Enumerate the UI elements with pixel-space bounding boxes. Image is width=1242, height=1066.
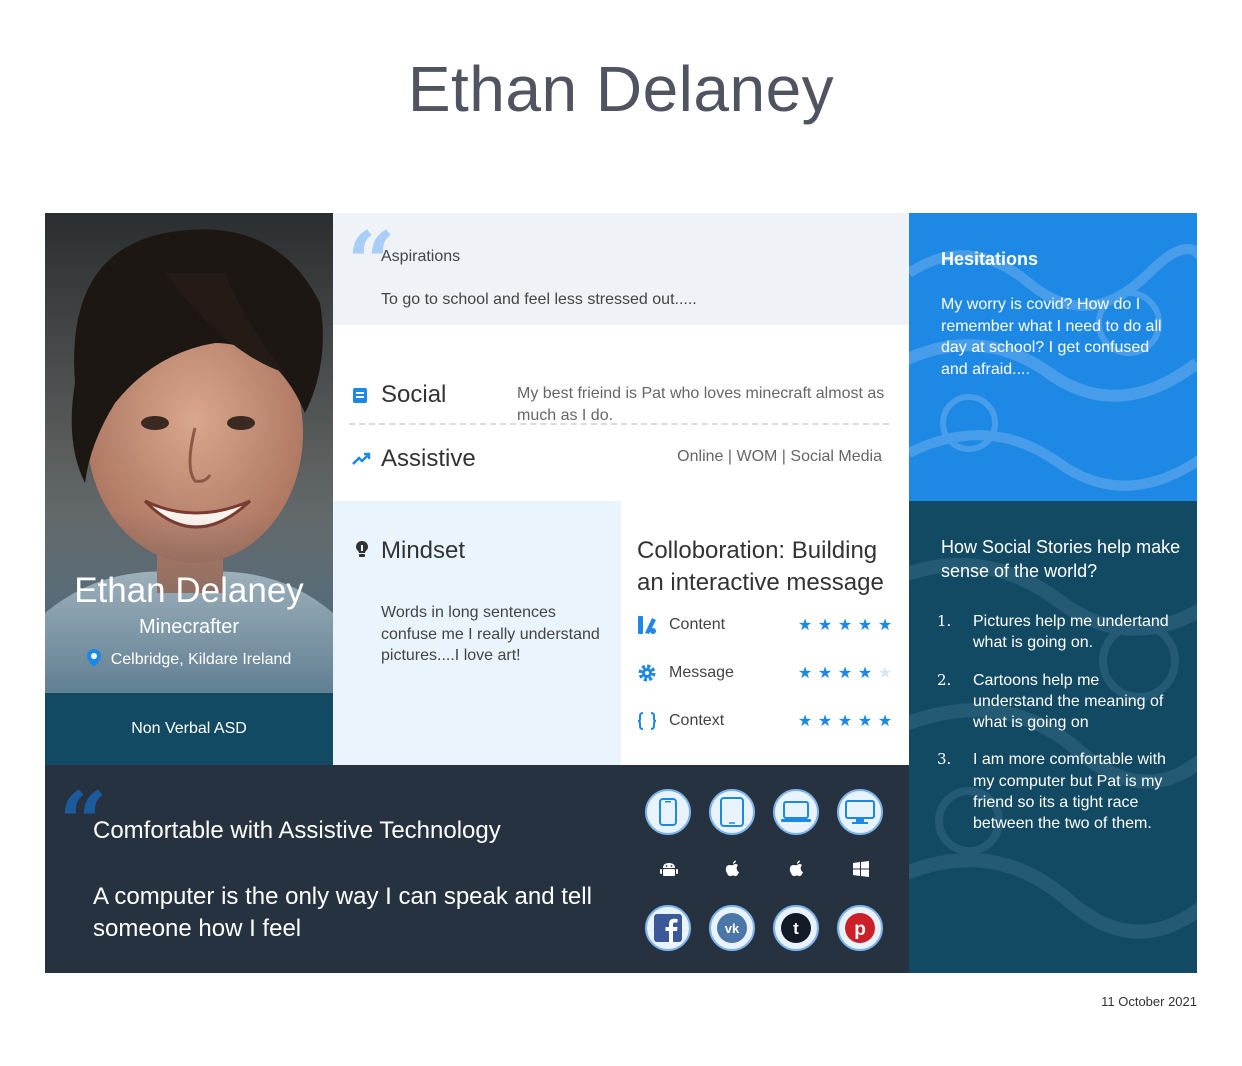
aspirations-title: Aspirations <box>381 248 461 265</box>
phone-device-button[interactable] <box>645 789 691 835</box>
assistive-tech-panel: “ Comfortable with Assistive Technology … <box>45 765 909 973</box>
social-text: My best frieind is Pat who loves minecra… <box>517 385 885 424</box>
list-item: 3. I am more comfortable with my computer… <box>937 750 1166 833</box>
mindset-label: Mindset <box>381 537 466 564</box>
social-label: Social <box>381 381 447 408</box>
svg-text:p: p <box>854 919 866 940</box>
desktop-device-button[interactable] <box>837 789 883 835</box>
content-icon <box>637 615 657 635</box>
desktop-icon <box>845 800 875 824</box>
svg-text:t: t <box>793 919 799 938</box>
profile-role: Minecrafter <box>138 616 240 638</box>
android-icon <box>659 859 679 879</box>
location-pin-icon <box>86 649 101 672</box>
star-empty-icon: ★ <box>877 663 893 682</box>
star-filled-icon: ★ <box>857 615 873 634</box>
svg-text:vk: vk <box>725 921 740 936</box>
vk-icon: vk <box>717 913 747 943</box>
star-filled-icon: ★ <box>857 663 873 682</box>
tumblr-icon: t <box>781 913 811 943</box>
location-text: Celbridge, Kildare Ireland <box>110 651 292 668</box>
star-filled-icon: ★ <box>797 615 813 634</box>
star-filled-icon: ★ <box>877 615 893 634</box>
gear-icon <box>637 663 657 683</box>
rating-label: Content <box>669 616 726 633</box>
tablet-device-button[interactable] <box>709 789 755 835</box>
divider <box>349 423 889 425</box>
apple-icon <box>787 859 807 879</box>
stories-list: 1. Pictures help me undertand what is goi… <box>937 611 1177 851</box>
stories-title: How Social Stories help make sense of th… <box>941 537 1181 581</box>
aspirations-panel: “ Aspirations To go to school and feel l… <box>333 213 909 325</box>
profile-panel: Ethan Delaney Minecrafter Celbridge, Kil… <box>45 213 333 765</box>
star-filled-icon: ★ <box>817 615 833 634</box>
assistive-tech-title: Comfortable with Assistive Technology <box>93 817 501 844</box>
facebook-icon <box>654 914 682 943</box>
hesitations-panel: Hesitations My worry is covid? How do I … <box>909 213 1197 501</box>
braces-icon <box>637 711 657 731</box>
profile-name: Ethan Delaney <box>74 571 304 610</box>
star-filled-icon: ★ <box>817 711 833 730</box>
rating-row-content: Content ★ ★ ★ ★ ★ <box>637 613 897 637</box>
collaboration-title: Colloboration: Building an interactive m… <box>637 537 884 596</box>
rating-row-message: Message ★ ★ ★ ★ ★ <box>637 661 897 685</box>
star-rating: ★ ★ ★ ★ ★ <box>795 613 895 637</box>
rating-row-context: Context ★ ★ ★ ★ ★ <box>637 709 897 733</box>
windows-icon <box>851 859 871 879</box>
pinterest-button[interactable]: p <box>837 905 883 951</box>
star-filled-icon: ★ <box>817 663 833 682</box>
rating-label: Message <box>669 664 734 681</box>
trending-up-icon <box>351 449 371 469</box>
social-stories-panel: How Social Stories help make sense of th… <box>909 501 1197 973</box>
tablet-icon <box>720 797 744 827</box>
star-rating: ★ ★ ★ ★ ★ <box>795 661 895 685</box>
wallet-icon <box>351 385 371 405</box>
star-filled-icon: ★ <box>837 615 853 634</box>
star-filled-icon: ★ <box>797 663 813 682</box>
list-item: 1. Pictures help me undertand what is goi… <box>937 612 1169 652</box>
assistive-label: Assistive <box>381 445 476 472</box>
persona-card: Ethan Delaney Minecrafter Celbridge, Kil… <box>45 213 1197 973</box>
footer-date: 11 October 2021 <box>1101 994 1197 1009</box>
assistive-text: Online | WOM | Social Media <box>677 448 882 465</box>
star-filled-icon: ★ <box>837 711 853 730</box>
tumblr-button[interactable]: t <box>773 905 819 951</box>
channels-panel: Social My best frieind is Pat who loves … <box>333 325 909 501</box>
star-rating: ★ ★ ★ ★ ★ <box>795 709 895 733</box>
apple-icon <box>723 859 743 879</box>
collaboration-panel: Colloboration: Building an interactive m… <box>621 501 909 765</box>
lightbulb-icon <box>352 539 372 559</box>
pinterest-icon: p <box>845 913 875 943</box>
aspirations-text: To go to school and feel less stressed o… <box>381 291 697 308</box>
assistive-tech-text: A computer is the only way I can speak a… <box>93 883 592 942</box>
phone-icon <box>659 798 677 826</box>
star-filled-icon: ★ <box>837 663 853 682</box>
page-title: Ethan Delaney <box>407 53 835 125</box>
hesitations-title: Hesitations <box>941 249 1039 269</box>
mindset-text: Words in long sentences confuse me I rea… <box>381 604 600 664</box>
rating-label: Context <box>669 712 725 729</box>
laptop-icon <box>781 801 811 822</box>
hesitations-text: My worry is covid? How do I remember wha… <box>941 296 1162 378</box>
star-filled-icon: ★ <box>857 711 873 730</box>
laptop-device-button[interactable] <box>773 789 819 835</box>
vk-button[interactable]: vk <box>709 905 755 951</box>
mindset-panel: Mindset Words in long sentences confuse … <box>333 501 621 765</box>
star-filled-icon: ★ <box>797 711 813 730</box>
profile-location: Celbridge, Kildare Ireland <box>45 649 333 672</box>
star-filled-icon: ★ <box>877 711 893 730</box>
profile-tag: Non Verbal ASD <box>45 693 333 765</box>
facebook-button[interactable] <box>645 905 691 951</box>
list-item: 2. Cartoons help me understand the meanin… <box>937 670 1164 732</box>
